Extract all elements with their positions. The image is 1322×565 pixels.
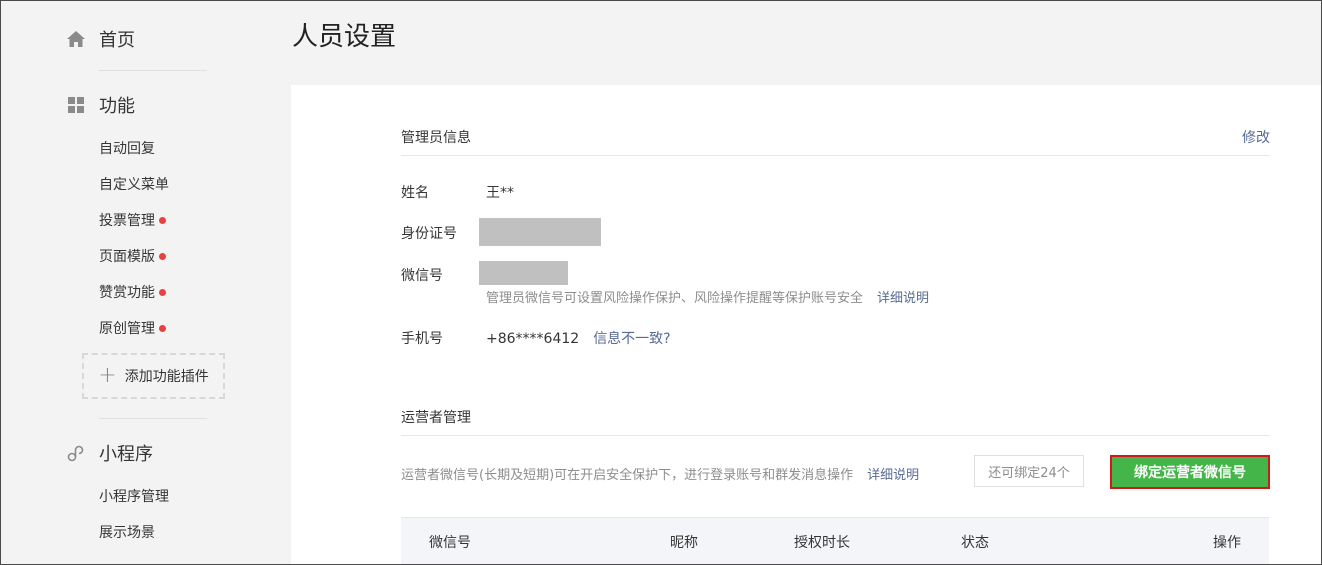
main-panel: 管理员信息 修改 姓名 王** 身份证号 微信号 管理员微信号可设置风险操作保护…	[291, 85, 1321, 565]
sidebar-item-label: 自动回复	[99, 141, 155, 157]
phone-value: +86****6412	[486, 331, 580, 347]
redacted-id-number	[479, 218, 601, 246]
sidebar-item-features[interactable]: 功能	[66, 92, 135, 118]
name-value: 王**	[486, 185, 514, 201]
sidebar-item-label: 自定义菜单	[99, 177, 169, 193]
wechat-hint-text: 管理员微信号可设置风险操作保护、风险操作提醒等保护账号安全	[486, 291, 864, 306]
new-badge-dot	[159, 252, 166, 260]
column-header-status: 状态	[961, 535, 989, 551]
sidebar-item-label: 小程序管理	[99, 489, 169, 505]
sidebar-item-home[interactable]: 首页	[66, 26, 135, 52]
add-plugin-label: 添加功能插件	[124, 369, 209, 385]
link-icon	[66, 443, 86, 463]
sidebar: 首页 功能 自动回复 自定义菜单 投票管理 页面模版 赞赏功能 原创管理 + 添…	[0, 0, 290, 565]
operators-hint-text: 运营者微信号(长期及短期)可在开启安全保护下，进行登录账号和群发消息操作	[401, 468, 854, 483]
wechat-hint: 管理员微信号可设置风险操作保护、风险操作提醒等保护账号安全 详细说明	[486, 287, 929, 306]
name-label: 姓名	[401, 185, 429, 201]
grid-icon	[66, 95, 86, 115]
sidebar-item-label: 展示场景	[99, 525, 155, 541]
sidebar-item-auto-reply[interactable]: 自动回复	[99, 138, 155, 158]
bind-count-badge: 还可绑定24个	[974, 455, 1084, 487]
sidebar-item-original[interactable]: 原创管理	[99, 318, 166, 338]
column-header-nickname: 昵称	[670, 535, 698, 551]
section-divider	[401, 435, 1270, 436]
new-badge-dot	[159, 324, 166, 332]
sidebar-item-custom-menu[interactable]: 自定义菜单	[99, 174, 169, 194]
bind-operator-button[interactable]: 绑定运营者微信号	[1110, 455, 1270, 489]
sidebar-item-label: 小程序	[99, 444, 153, 465]
id-number-label: 身份证号	[401, 226, 457, 242]
operators-table-header: 微信号 昵称 授权时长 状态 操作	[401, 517, 1269, 565]
sidebar-item-label: 首页	[99, 30, 135, 51]
sidebar-item-reward[interactable]: 赞赏功能	[99, 282, 166, 302]
page-title: 人员设置	[292, 22, 397, 52]
home-icon	[66, 29, 86, 49]
phone-row: +86****6412 信息不一致?	[486, 328, 671, 348]
section-divider	[401, 155, 1270, 156]
column-header-duration: 授权时长	[794, 535, 850, 551]
sidebar-item-miniprogram[interactable]: 小程序	[66, 440, 153, 466]
sidebar-item-label: 投票管理	[99, 213, 155, 229]
sidebar-item-page-template[interactable]: 页面模版	[99, 246, 166, 266]
sidebar-item-label: 页面模版	[99, 249, 155, 265]
phone-mismatch-link[interactable]: 信息不一致?	[593, 331, 670, 347]
plus-icon: +	[98, 363, 117, 388]
sidebar-item-vote[interactable]: 投票管理	[99, 210, 166, 230]
admin-info-title: 管理员信息	[401, 130, 471, 146]
column-header-wechat: 微信号	[429, 535, 471, 551]
operators-detail-link[interactable]: 详细说明	[867, 468, 919, 483]
sidebar-item-display-scene[interactable]: 展示场景	[99, 522, 155, 542]
edit-link[interactable]: 修改	[1242, 127, 1270, 147]
sidebar-divider	[99, 418, 207, 419]
operators-hint: 运营者微信号(长期及短期)可在开启安全保护下，进行登录账号和群发消息操作 详细说明	[401, 464, 919, 483]
operators-title: 运营者管理	[401, 410, 471, 426]
column-header-actions: 操作	[1213, 535, 1241, 551]
sidebar-item-label: 原创管理	[99, 321, 155, 337]
wechat-detail-link[interactable]: 详细说明	[877, 291, 929, 306]
new-badge-dot	[159, 216, 166, 224]
sidebar-item-label: 赞赏功能	[99, 285, 155, 301]
sidebar-divider	[99, 70, 207, 71]
sidebar-item-miniprogram-manage[interactable]: 小程序管理	[99, 486, 169, 506]
phone-label: 手机号	[401, 331, 443, 347]
redacted-wechat-id	[479, 261, 568, 285]
wechat-label: 微信号	[401, 268, 443, 284]
new-badge-dot	[159, 288, 166, 296]
add-plugin-button[interactable]: + 添加功能插件	[82, 353, 225, 399]
sidebar-item-label: 功能	[99, 96, 135, 117]
